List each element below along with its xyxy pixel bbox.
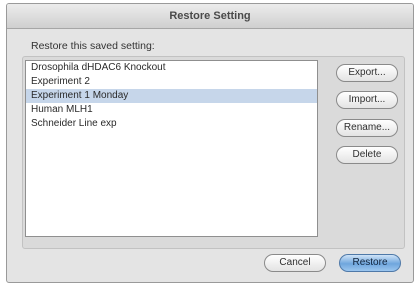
saved-settings-list[interactable]: Drosophila dHDAC6 Knockout Experiment 2 …	[25, 60, 318, 237]
restore-prompt-label: Restore this saved setting:	[31, 40, 155, 52]
delete-button[interactable]: Delete	[336, 146, 398, 164]
settings-list-item[interactable]: Experiment 2	[26, 75, 317, 89]
settings-list-item-selected[interactable]: Experiment 1 Monday	[26, 89, 317, 103]
rename-button[interactable]: Rename...	[336, 119, 398, 137]
import-button[interactable]: Import...	[336, 91, 398, 109]
restore-button[interactable]: Restore	[339, 254, 401, 272]
export-button[interactable]: Export...	[336, 64, 398, 82]
cancel-button[interactable]: Cancel	[264, 254, 326, 272]
dialog-title: Restore Setting	[7, 4, 413, 29]
settings-list-item[interactable]: Human MLH1	[26, 103, 317, 117]
settings-list-item[interactable]: Drosophila dHDAC6 Knockout	[26, 61, 317, 75]
settings-list-item[interactable]: Schneider Line exp	[26, 117, 317, 131]
